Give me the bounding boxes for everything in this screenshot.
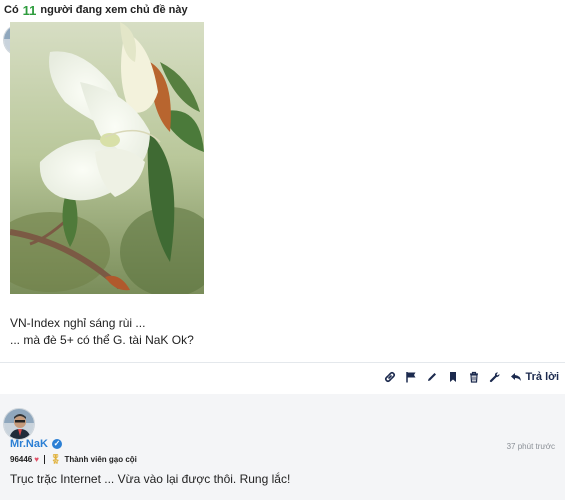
medal-icon: 🎖 <box>50 454 62 464</box>
stats-divider <box>44 455 45 464</box>
viewers-prefix: Có <box>4 4 19 16</box>
post-timestamp[interactable]: 37 phút trước <box>507 442 555 451</box>
post-text-line-2: ... mà đè 5+ có thể G. tài NaK Ok? <box>10 333 194 347</box>
user-title: Thành viên gạo cội <box>64 455 137 464</box>
viewers-suffix: người đang xem chủ đề này <box>40 4 188 16</box>
reply-icon <box>510 372 521 381</box>
post-text: Trục trặc Internet ... Vừa vào lại được … <box>10 472 291 486</box>
viewers-banner: Có 11 người đang xem chủ đề này <box>0 0 565 20</box>
post-actions-bar: Trả lời <box>0 362 565 390</box>
post-text-line-1: VN-Index nghỉ sáng rùi ... <box>10 316 146 330</box>
post-image[interactable] <box>10 22 204 294</box>
link-icon[interactable] <box>381 368 399 386</box>
bookmark-icon[interactable] <box>444 368 462 386</box>
reply-label: Trả lời <box>525 370 560 383</box>
flower-photo <box>10 22 204 294</box>
user-stats: 96446 ♥ 🎖 Thành viên gạo cội <box>10 454 137 465</box>
post-2: Mr.NaK ✓ 37 phút trước 96446 ♥ 🎖 Thành v… <box>0 394 565 500</box>
user-score: 96446 <box>10 455 33 464</box>
reply-button[interactable]: Trả lời <box>510 370 560 383</box>
flag-icon[interactable] <box>402 368 420 386</box>
avatar[interactable] <box>3 408 35 440</box>
heart-icon: ♥ <box>34 455 39 464</box>
trash-icon[interactable] <box>465 368 483 386</box>
avatar-image <box>4 409 34 439</box>
pencil-icon[interactable] <box>423 368 441 386</box>
verified-icon: ✓ <box>52 439 62 449</box>
username[interactable]: Mr.NaK <box>10 438 48 450</box>
viewers-count: 11 <box>22 2 37 18</box>
wrench-icon[interactable] <box>486 368 504 386</box>
